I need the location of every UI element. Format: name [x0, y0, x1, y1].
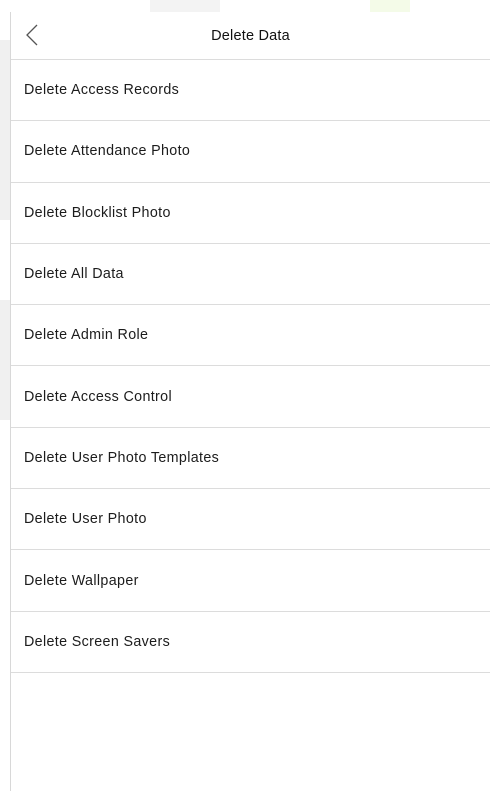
background-fragment — [370, 0, 410, 12]
menu-item-delete-blocklist-photo[interactable]: Delete Blocklist Photo — [11, 183, 490, 244]
menu-item-delete-wallpaper[interactable]: Delete Wallpaper — [11, 550, 490, 612]
menu-item-delete-all-data[interactable]: Delete All Data — [11, 244, 490, 306]
menu-item-label: Delete Admin Role — [24, 327, 149, 344]
menu-item-delete-access-records[interactable]: Delete Access Records — [11, 60, 490, 122]
delete-options-list: Delete Access Records Delete Attendance … — [11, 60, 490, 673]
menu-item-delete-user-photo-templates[interactable]: Delete User Photo Templates — [11, 428, 490, 490]
menu-item-delete-screen-savers[interactable]: Delete Screen Savers — [11, 612, 490, 673]
menu-item-delete-access-control[interactable]: Delete Access Control — [11, 366, 490, 428]
menu-item-delete-user-photo[interactable]: Delete User Photo — [11, 489, 490, 551]
menu-item-label: Delete Access Control — [24, 388, 173, 405]
page-title: Delete Data — [211, 27, 290, 44]
menu-item-label: Delete Screen Savers — [24, 633, 171, 650]
header-bar: Delete Data — [11, 12, 490, 60]
menu-item-delete-admin-role[interactable]: Delete Admin Role — [11, 305, 490, 367]
back-button[interactable] — [22, 22, 42, 48]
background-fragment — [0, 300, 10, 420]
menu-item-label: Delete Wallpaper — [24, 572, 139, 589]
menu-item-delete-attendance-photo[interactable]: Delete Attendance Photo — [11, 121, 490, 183]
delete-data-screen: Delete Data Delete Access Records Delete… — [10, 12, 490, 791]
menu-item-label: Delete Attendance Photo — [24, 143, 191, 160]
menu-item-label: Delete User Photo — [24, 511, 147, 528]
chevron-left-icon — [26, 24, 38, 46]
menu-item-label: Delete All Data — [24, 266, 124, 283]
menu-item-label: Delete Blocklist Photo — [24, 204, 171, 221]
menu-item-label: Delete User Photo Templates — [24, 449, 220, 466]
background-fragment — [0, 40, 10, 220]
menu-item-label: Delete Access Records — [24, 82, 180, 99]
background-fragment — [150, 0, 220, 12]
